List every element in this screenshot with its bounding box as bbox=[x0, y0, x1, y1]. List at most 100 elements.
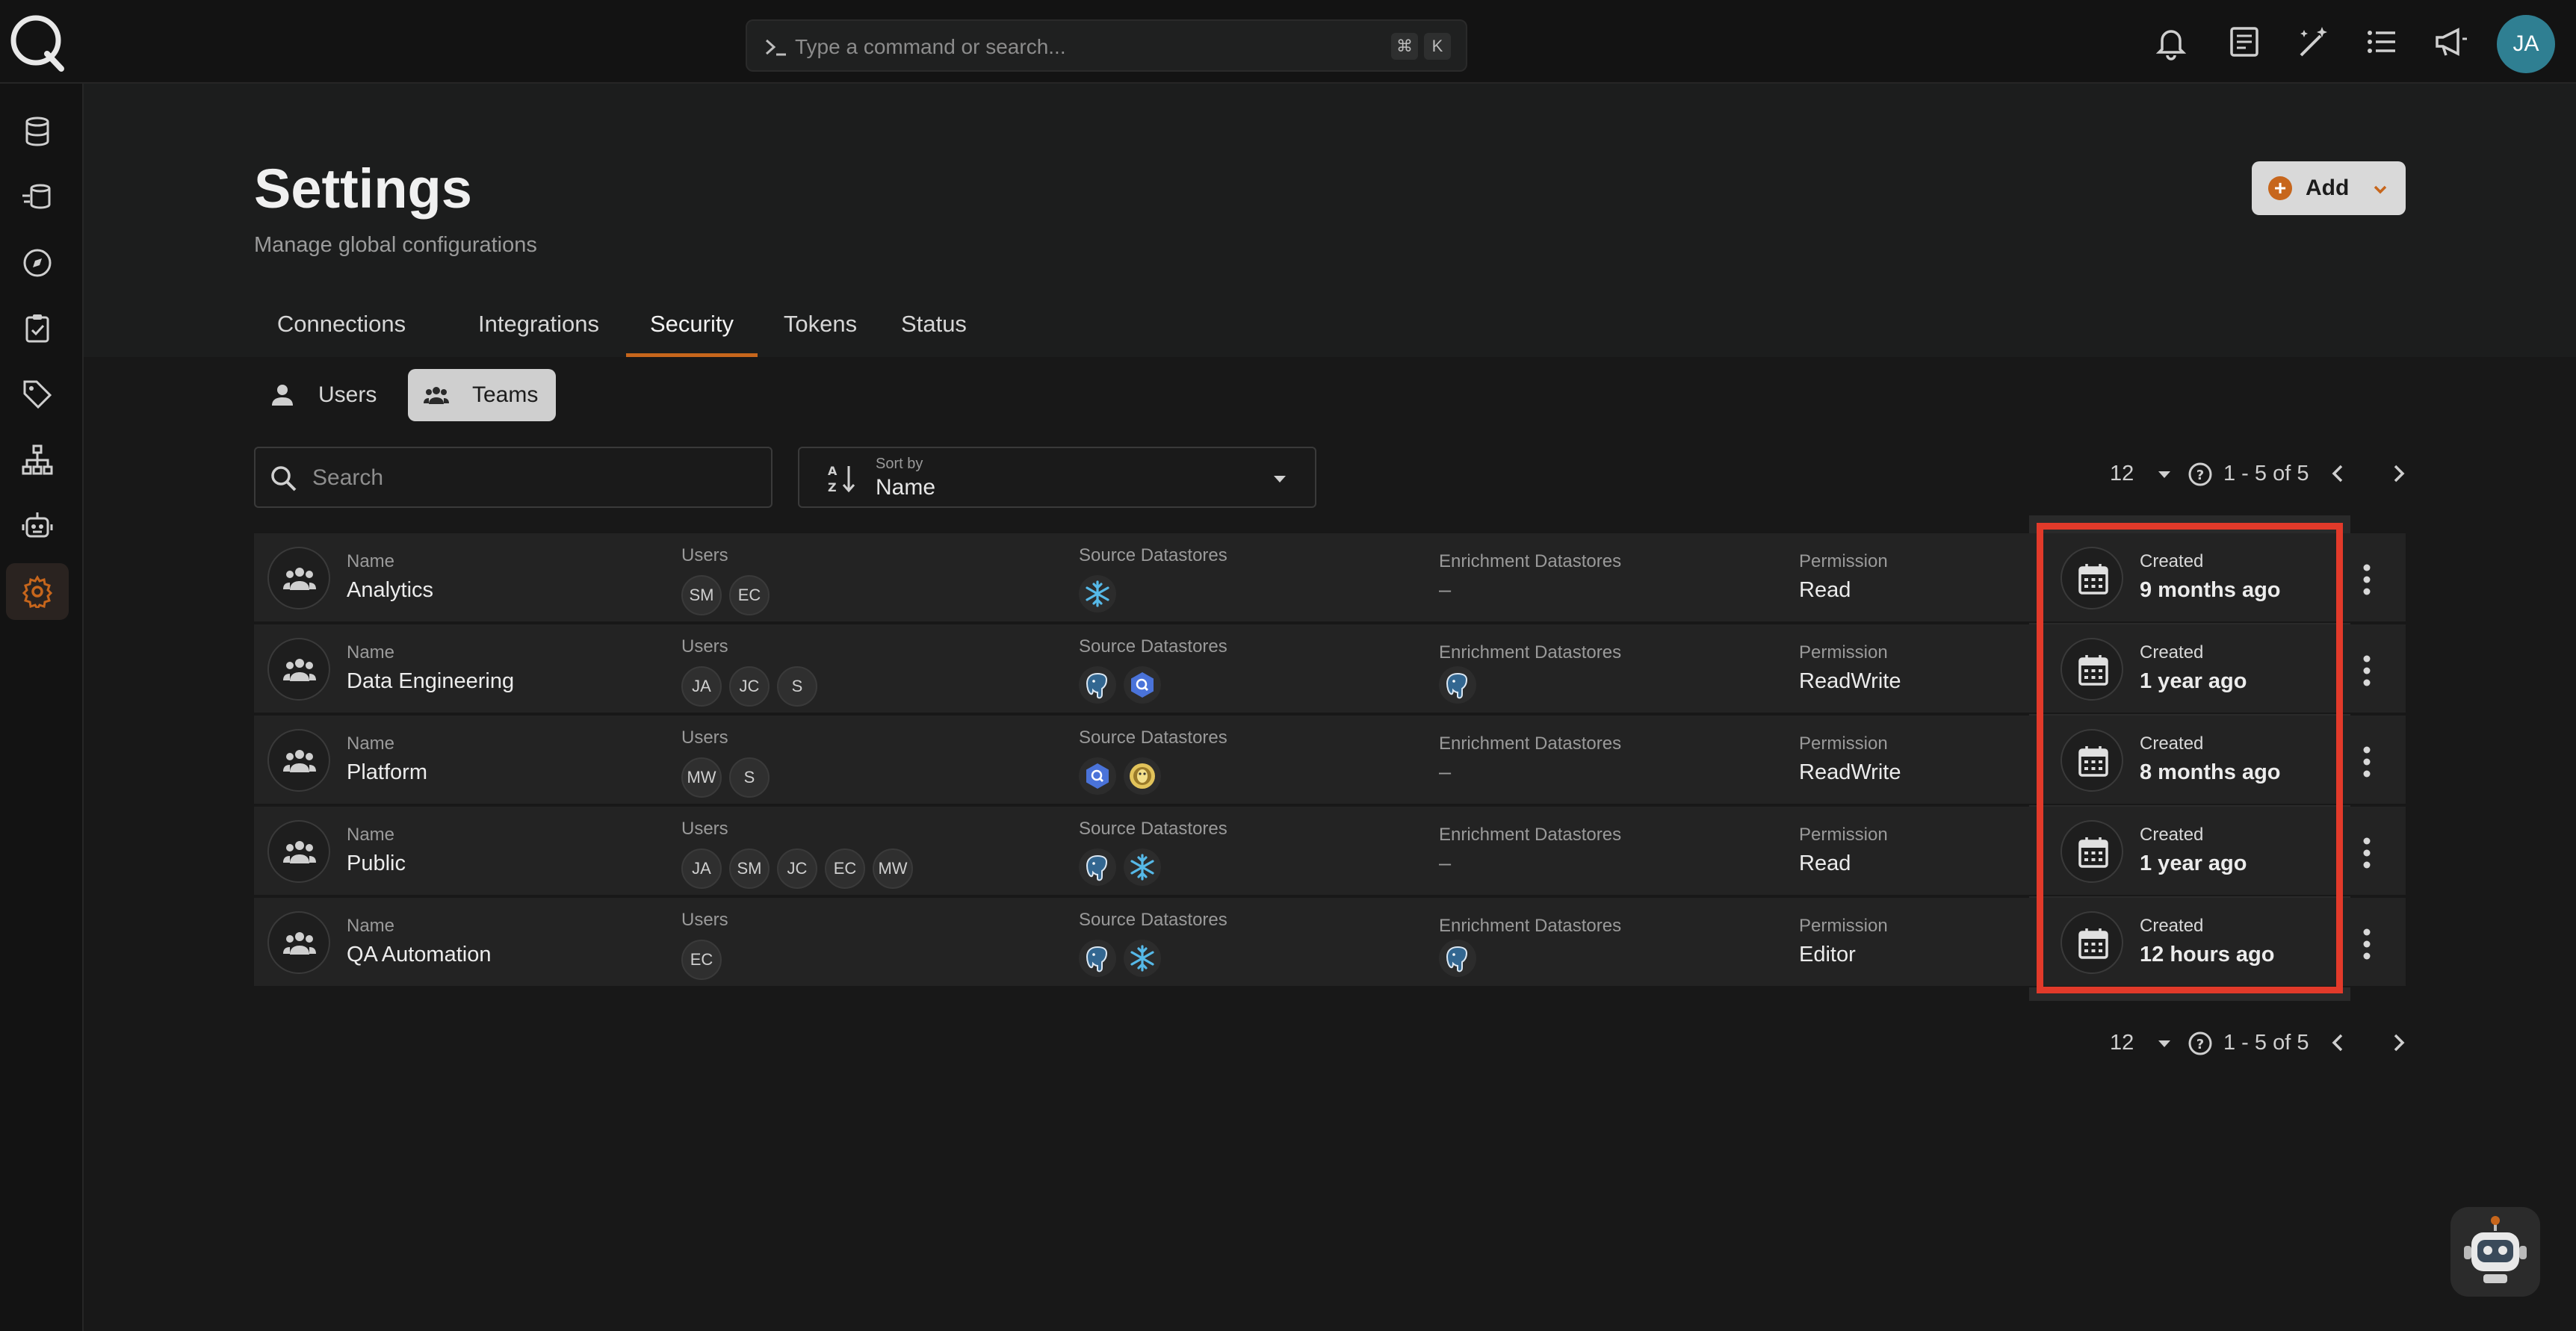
source-datastore-badge[interactable] bbox=[1079, 666, 1116, 704]
source-datastore-badge[interactable] bbox=[1079, 757, 1116, 795]
enrichment-datastore-badge[interactable] bbox=[1439, 666, 1476, 704]
permission-caption: Permission bbox=[1799, 642, 1888, 663]
user-chip[interactable]: JA bbox=[681, 848, 722, 889]
sidebar-item-datastores[interactable] bbox=[6, 103, 69, 160]
table-row[interactable]: Name QA Automation Users EC Source Datastore… bbox=[254, 898, 2406, 987]
permission-caption: Permission bbox=[1799, 825, 1888, 845]
source-caption: Source Datastores bbox=[1079, 636, 1227, 657]
user-chip[interactable]: JC bbox=[729, 666, 770, 707]
page-title: Settings bbox=[254, 158, 472, 220]
user-chip[interactable]: S bbox=[777, 666, 817, 707]
segment-teams[interactable]: Teams bbox=[408, 369, 556, 421]
team-name[interactable]: QA Automation bbox=[347, 943, 491, 967]
list-icon[interactable] bbox=[2362, 22, 2401, 61]
table-row[interactable]: Name Analytics Users SM EC Source Datastores E… bbox=[254, 533, 2406, 623]
team-name[interactable]: Data Engineering bbox=[347, 669, 514, 694]
chevron-right-icon[interactable] bbox=[2386, 462, 2410, 485]
more-options-icon[interactable] bbox=[2361, 563, 2373, 596]
more-options-icon[interactable] bbox=[2361, 837, 2373, 869]
user-chip[interactable]: JA bbox=[681, 666, 722, 707]
user-chip[interactable]: SM bbox=[681, 575, 722, 615]
bigquery-logo-icon bbox=[1131, 672, 1154, 698]
user-chip[interactable]: EC bbox=[729, 575, 770, 615]
tab-security[interactable]: Security bbox=[626, 296, 758, 357]
wand-icon[interactable] bbox=[2294, 22, 2332, 61]
page-subtitle: Manage global configurations bbox=[254, 233, 537, 257]
megaphone-icon[interactable] bbox=[2431, 22, 2470, 61]
created-value: 12 hours ago bbox=[2140, 943, 2275, 967]
created-value: 9 months ago bbox=[2140, 578, 2281, 602]
tab-tokens[interactable]: Tokens bbox=[775, 296, 865, 357]
postgres-logo-icon bbox=[1086, 946, 1108, 972]
source-datastore-badge[interactable] bbox=[1079, 575, 1116, 612]
group-icon bbox=[283, 659, 316, 681]
source-datastore-badge[interactable] bbox=[1079, 848, 1116, 886]
sort-by-select[interactable]: A Z Sort by Name bbox=[798, 447, 1316, 508]
segment-users[interactable]: Users bbox=[254, 369, 393, 421]
bell-icon[interactable] bbox=[2152, 22, 2190, 61]
enrichment-datastore-badge[interactable] bbox=[1439, 940, 1476, 977]
sidebar-item-tags[interactable] bbox=[6, 366, 69, 423]
source-caption: Source Datastores bbox=[1079, 545, 1227, 565]
team-avatar bbox=[267, 729, 330, 792]
team-name[interactable]: Analytics bbox=[347, 578, 433, 603]
created-value: 1 year ago bbox=[2140, 669, 2247, 693]
table-row[interactable]: Name Data Engineering Users JA JC S Source Dat… bbox=[254, 624, 2406, 714]
sidebar-item-explore[interactable] bbox=[6, 235, 69, 291]
top-bar: Type a command or search... ⌘ K JA bbox=[0, 0, 2576, 84]
help-icon[interactable]: ? bbox=[2188, 1031, 2213, 1056]
more-options-icon[interactable] bbox=[2361, 654, 2373, 687]
source-datastore-badge[interactable] bbox=[1124, 757, 1161, 795]
search-placeholder: Search bbox=[312, 465, 384, 490]
source-datastore-badge[interactable] bbox=[1124, 940, 1161, 977]
assistant-bot-button[interactable] bbox=[2450, 1207, 2540, 1297]
enrichment-datastores-cell: Enrichment Datastores bbox=[1439, 898, 1753, 987]
tab-status[interactable]: Status bbox=[889, 296, 979, 357]
team-name[interactable]: Public bbox=[347, 851, 406, 876]
enrichment-caption: Enrichment Datastores bbox=[1439, 733, 1622, 754]
chevron-left-icon[interactable] bbox=[2326, 462, 2350, 485]
tab-integrations[interactable]: Integrations bbox=[454, 296, 623, 357]
user-chip[interactable]: EC bbox=[681, 940, 722, 980]
created-value: 1 year ago bbox=[2140, 851, 2247, 875]
search-input[interactable]: Search bbox=[254, 447, 773, 508]
sidebar-item-enrichment[interactable] bbox=[6, 169, 69, 226]
tab-connections[interactable]: Connections bbox=[254, 296, 429, 357]
source-datastore-badge[interactable] bbox=[1124, 666, 1161, 704]
users-caption: Users bbox=[681, 545, 728, 565]
more-options-icon[interactable] bbox=[2361, 928, 2373, 961]
name-caption: Name bbox=[347, 551, 395, 571]
user-chip[interactable]: MW bbox=[681, 757, 722, 798]
user-avatar[interactable]: JA bbox=[2497, 15, 2555, 73]
caret-down-icon[interactable] bbox=[2155, 1034, 2174, 1053]
sidebar-item-checks[interactable] bbox=[6, 300, 69, 357]
user-chip[interactable]: S bbox=[729, 757, 770, 798]
chevron-right-icon[interactable] bbox=[2386, 1031, 2410, 1055]
snowflake-logo-icon bbox=[1086, 580, 1109, 607]
team-name-cell: Name QA Automation bbox=[347, 898, 645, 987]
document-icon[interactable] bbox=[2225, 22, 2264, 61]
created-caption: Created bbox=[2140, 642, 2204, 663]
user-chip[interactable]: SM bbox=[729, 848, 770, 889]
sidebar-item-flows[interactable] bbox=[6, 432, 69, 488]
command-search-bar[interactable]: Type a command or search... ⌘ K bbox=[746, 19, 1467, 72]
source-datastore-badge[interactable] bbox=[1124, 848, 1161, 886]
per-page-select[interactable]: 12 bbox=[2110, 1022, 2134, 1064]
add-button[interactable]: + Add bbox=[2252, 161, 2406, 215]
help-icon[interactable]: ? bbox=[2188, 462, 2213, 487]
table-row[interactable]: Name Public Users JA SM JC EC MW Source Datastor… bbox=[254, 807, 2406, 896]
caret-down-icon[interactable] bbox=[2155, 465, 2174, 484]
name-caption: Name bbox=[347, 733, 395, 754]
sidebar-item-settings[interactable] bbox=[6, 563, 69, 620]
per-page-select[interactable]: 12 bbox=[2110, 453, 2134, 494]
table-row[interactable]: Name Platform Users MW S Source Datastores Enr… bbox=[254, 716, 2406, 805]
user-chip[interactable]: MW bbox=[873, 848, 913, 889]
chevron-left-icon[interactable] bbox=[2326, 1031, 2350, 1055]
more-options-icon[interactable] bbox=[2361, 745, 2373, 778]
source-datastore-badge[interactable] bbox=[1079, 940, 1116, 977]
sidebar-item-agents[interactable] bbox=[6, 497, 69, 554]
team-name[interactable]: Platform bbox=[347, 760, 427, 785]
user-chip[interactable]: JC bbox=[777, 848, 817, 889]
user-chip[interactable]: EC bbox=[825, 848, 865, 889]
app-logo-icon[interactable] bbox=[6, 10, 69, 73]
